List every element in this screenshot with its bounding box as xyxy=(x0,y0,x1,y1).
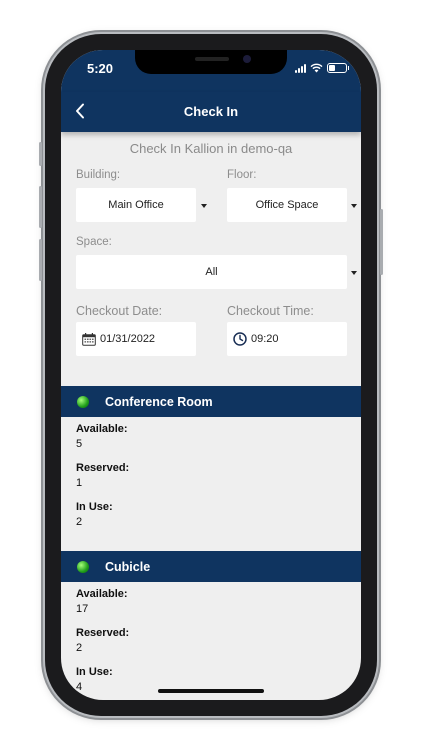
status-bar: 5:20 xyxy=(61,50,361,92)
floor-select[interactable]: Office Space xyxy=(227,188,347,222)
checkout-date-value: 01/31/2022 xyxy=(100,333,156,345)
phone-frame: 5:20 Check In Check In Kallion in demo-q… xyxy=(39,34,383,716)
available-label: Available: xyxy=(76,588,128,600)
reserved-label: Reserved: xyxy=(76,627,130,639)
wifi-icon xyxy=(310,63,323,73)
cellular-signal-icon xyxy=(295,63,306,73)
status-indicator-icon xyxy=(77,560,89,573)
speaker xyxy=(195,57,229,61)
floor-dropdown-icon[interactable] xyxy=(351,204,357,208)
power-button xyxy=(380,209,383,275)
floor-value: Office Space xyxy=(255,199,319,211)
section-title: Cubicle xyxy=(105,559,151,574)
section-header-conference-room[interactable]: Conference Room xyxy=(61,386,361,417)
checkout-date-label: Checkout Date: xyxy=(76,304,163,318)
available-label: Available: xyxy=(76,423,128,435)
space-dropdown-icon[interactable] xyxy=(351,271,357,275)
calendar-icon xyxy=(82,332,96,346)
section-title: Conference Room xyxy=(105,394,213,409)
home-indicator[interactable] xyxy=(158,689,264,693)
section-header-cubicle[interactable]: Cubicle xyxy=(61,551,361,582)
reserved-value: 1 xyxy=(76,477,83,489)
notch xyxy=(135,50,287,74)
in-use-value: 4 xyxy=(76,681,83,693)
clock-icon xyxy=(233,332,247,346)
available-value: 17 xyxy=(76,603,89,615)
space-select[interactable]: All xyxy=(76,255,347,289)
status-icons xyxy=(295,63,349,73)
status-indicator-icon xyxy=(77,395,89,408)
building-select[interactable]: Main Office xyxy=(76,188,196,222)
available-value: 5 xyxy=(76,438,83,450)
battery-icon xyxy=(327,63,349,73)
checkout-date-input[interactable]: 01/31/2022 xyxy=(76,322,196,356)
in-use-label: In Use: xyxy=(76,666,113,678)
camera xyxy=(243,55,251,63)
building-label: Building: xyxy=(76,169,121,181)
checkout-time-input[interactable]: 09:20 xyxy=(227,322,347,356)
volume-down-button xyxy=(39,239,42,281)
status-time: 5:20 xyxy=(87,61,114,76)
in-use-label: In Use: xyxy=(76,501,113,513)
checkout-time-value: 09:20 xyxy=(251,333,279,345)
reserved-label: Reserved: xyxy=(76,462,130,474)
in-use-value: 2 xyxy=(76,516,83,528)
floor-label: Floor: xyxy=(227,169,257,181)
checkout-time-label: Checkout Time: xyxy=(227,304,314,318)
app-screen: 5:20 Check In Check In Kallion in demo-q… xyxy=(61,50,361,700)
reserved-value: 2 xyxy=(76,642,83,654)
space-label: Space: xyxy=(76,236,112,248)
space-value: All xyxy=(205,266,218,278)
building-value: Main Office xyxy=(108,199,164,211)
page-title: Check In xyxy=(183,104,239,119)
nav-bar: Check In xyxy=(61,92,361,132)
building-dropdown-icon[interactable] xyxy=(201,204,207,208)
check-in-subtitle: Check In Kallion in demo-qa xyxy=(129,141,293,156)
mute-switch xyxy=(39,142,42,166)
volume-up-button xyxy=(39,186,42,228)
